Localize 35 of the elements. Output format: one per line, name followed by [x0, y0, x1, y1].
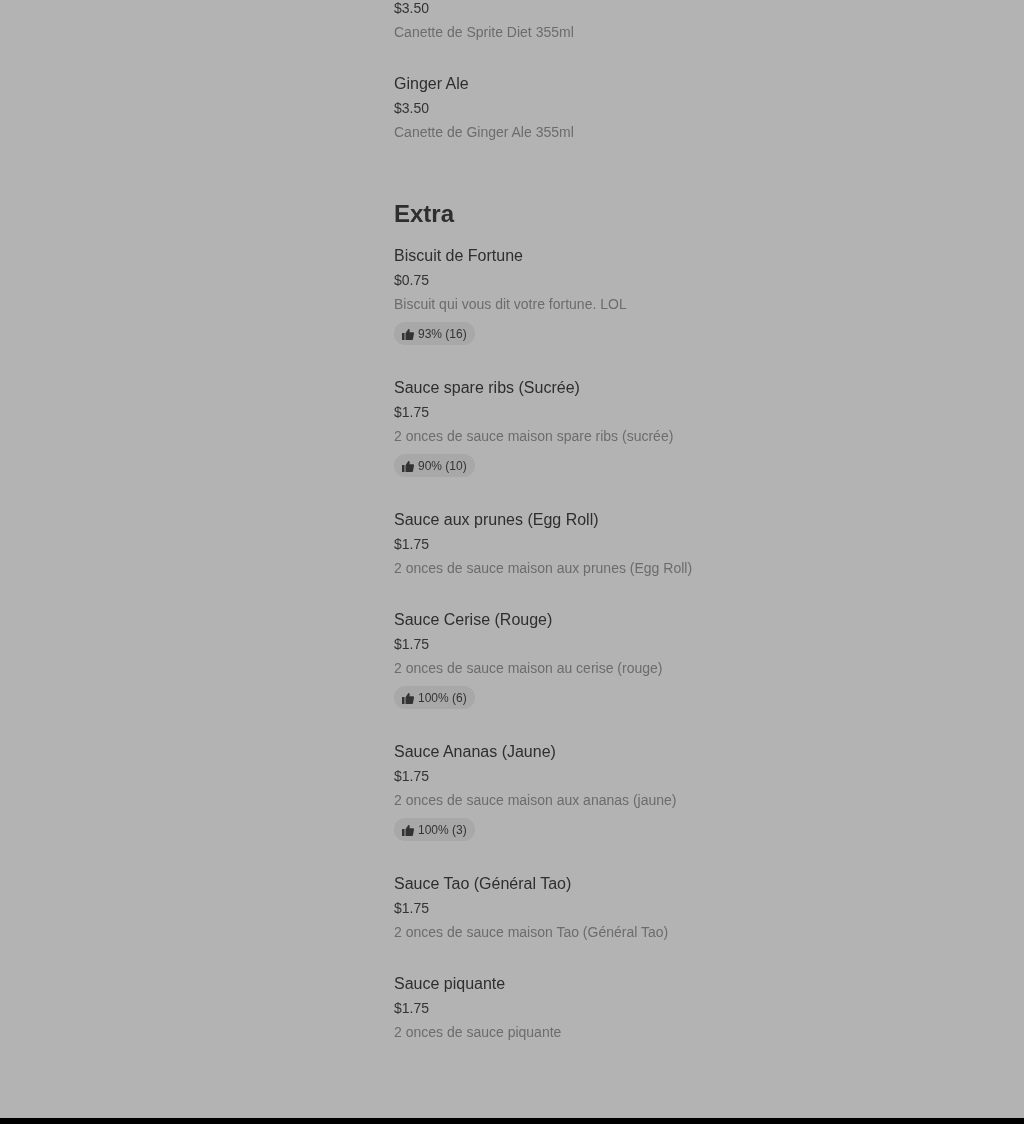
thumbs-up-icon: [402, 823, 414, 836]
item-price: $1.75: [394, 403, 430, 422]
item-description: Canette de Sprite Diet 355ml: [394, 23, 574, 42]
item-description: 2 onces de sauce piquante: [394, 1023, 562, 1042]
item-name[interactable]: Biscuit de Fortune: [394, 244, 523, 268]
item-price: $3.50: [394, 0, 430, 18]
item-price: $1.75: [394, 999, 430, 1018]
item-price: $0.75: [394, 271, 430, 290]
rating-text: 100% (6): [418, 689, 467, 706]
item-name[interactable]: Sauce aux prunes (Egg Roll): [394, 508, 599, 532]
item-description: 2 onces de sauce maison spare ribs (sucrée): [394, 427, 674, 446]
item-description: Canette de Ginger Ale 355ml: [394, 123, 574, 142]
thumbs-up-icon: [402, 327, 414, 340]
item-name[interactable]: Sauce Tao (Général Tao): [394, 872, 572, 896]
thumbs-up-icon: [402, 459, 414, 472]
item-price: $1.75: [394, 635, 430, 654]
section-title: Extra: [394, 199, 455, 229]
rating-text: 100% (3): [418, 821, 467, 838]
item-price: $3.50: [394, 99, 430, 118]
item-description: 2 onces de sauce maison au cerise (rouge): [394, 659, 663, 678]
item-name[interactable]: Ginger Ale: [394, 72, 469, 96]
item-price: $1.75: [394, 899, 430, 918]
item-name[interactable]: Sauce Ananas (Jaune): [394, 740, 556, 764]
item-price: $1.75: [394, 535, 430, 554]
item-price: $1.75: [394, 767, 430, 786]
item-description: 2 onces de sauce maison Tao (Général Tao): [394, 923, 669, 942]
rating-text: 93% (16): [418, 325, 467, 342]
item-description: Biscuit qui vous dit votre fortune. LOL: [394, 295, 627, 314]
item-description: 2 onces de sauce maison aux ananas (jaune): [394, 791, 677, 810]
item-name[interactable]: Sauce spare ribs (Sucrée): [394, 376, 580, 400]
item-name[interactable]: Sauce piquante: [394, 972, 506, 996]
item-name[interactable]: Sauce Cerise (Rouge): [394, 608, 553, 632]
thumbs-up-icon: [402, 691, 414, 704]
item-description: 2 onces de sauce maison aux prunes (Egg Roll): [394, 559, 693, 578]
rating-text: 90% (10): [418, 457, 467, 474]
